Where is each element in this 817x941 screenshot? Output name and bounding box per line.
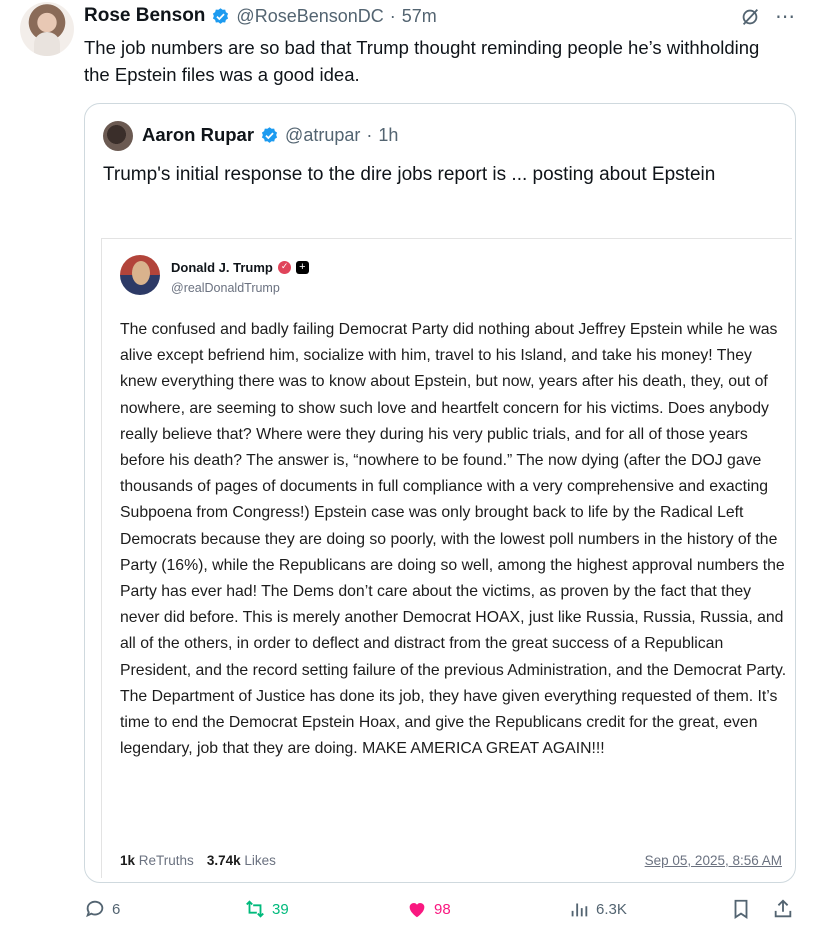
tweet-header: Rose Benson @RoseBensonDC · 57m [84,3,437,29]
retruths-count: 1k [120,853,136,868]
views-button[interactable]: 6.3K [568,898,627,920]
separator-dot: · [389,5,396,26]
quoted-author-handle: @atrupar [285,124,361,145]
quoted-author-avatar [103,121,133,151]
truth-author-handle: @realDonaldTrump [171,281,280,295]
quoted-author-name: Aaron Rupar [142,124,255,145]
reply-button[interactable]: 6 [84,898,120,920]
quoted-tweet-time: 1h [378,124,399,145]
truth-plus-badge: + [295,261,309,274]
repost-icon [246,900,264,918]
retruths-label: ReTruths [138,853,194,868]
truth-likes-count: 3.74k [206,853,241,868]
like-count: 98 [434,900,451,918]
truth-stats: 1k ReTruths 3.74k Likes [120,853,276,868]
truth-verified-icon [277,261,291,274]
separator-dot: · [366,124,373,145]
like-button[interactable]: 98 [406,898,451,920]
truth-author-name: Donald J. Trump [171,260,273,275]
share-button[interactable] [772,898,794,920]
truth-name-row: Donald J. Trump + [171,260,309,275]
top-right-icons: ⋯ [739,6,795,28]
grok-slash-icon[interactable] [739,6,761,28]
share-icon [774,899,792,918]
truth-post-date: Sep 05, 2025, 8:56 AM [644,853,782,868]
truth-social-screenshot: Donald J. Trump + @realDonaldTrump The c… [101,238,792,878]
views-count: 6.3K [596,900,627,918]
heart-icon [409,903,425,918]
verified-badge-icon [261,126,278,143]
author-handle[interactable]: @RoseBensonDC [236,6,383,27]
quoted-tweet-text: Trump's initial response to the dire job… [103,164,716,185]
repost-count: 39 [272,900,289,918]
reply-count: 6 [112,900,121,918]
quoted-tweet-header: Aaron Rupar @atrupar · 1h [142,124,398,146]
likes-stat: 3.74k Likes [207,853,276,868]
author-avatar[interactable] [20,2,74,56]
author-name[interactable]: Rose Benson [84,5,205,27]
tweet-time[interactable]: 57m [402,6,437,27]
verified-badge-icon [213,7,229,24]
tweet-text: The job numbers are so bad that Trump th… [84,37,760,85]
truth-author-avatar [120,255,160,295]
reply-icon [86,900,104,918]
more-icon[interactable]: ⋯ [775,7,795,27]
views-icon [571,903,588,917]
action-bar: 6 39 98 6.3K [84,898,800,932]
bookmark-button[interactable] [730,898,752,920]
retruths-stat: 1k ReTruths [120,853,194,868]
truth-likes-label: Likes [244,853,276,868]
quoted-tweet-card[interactable]: Aaron Rupar @atrupar · 1h Trump's initia… [84,103,796,883]
bookmark-icon [734,899,748,919]
truth-post-text: The confused and badly failing Democrat … [120,321,787,758]
repost-button[interactable]: 39 [244,898,289,920]
